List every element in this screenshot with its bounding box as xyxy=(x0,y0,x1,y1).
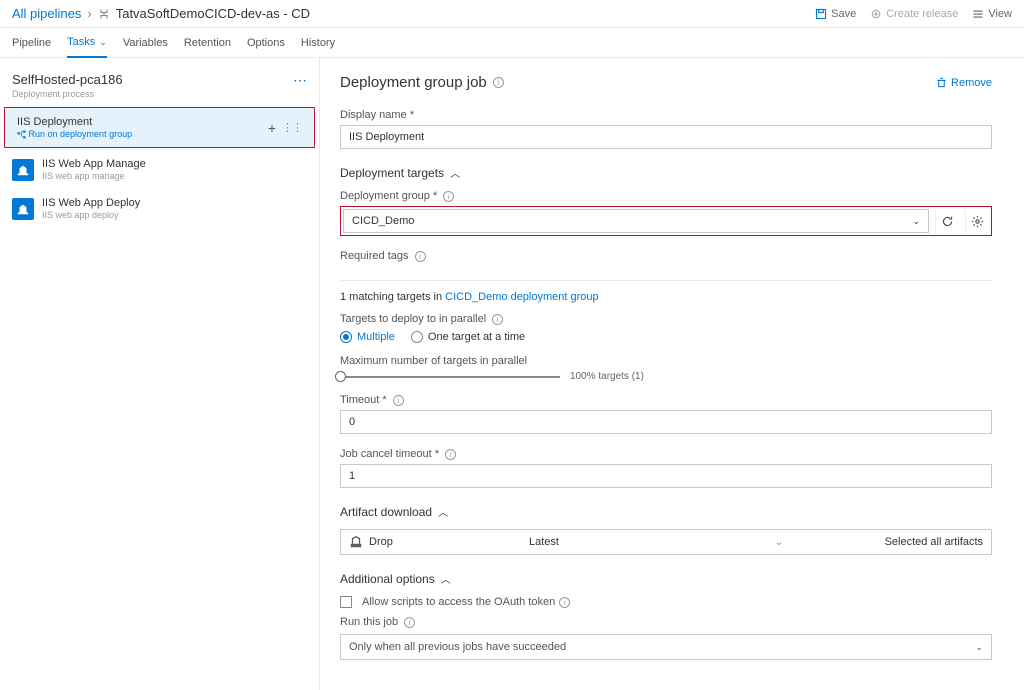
artifact-selection: Selected all artifacts xyxy=(829,536,983,548)
deployment-group-field: Deployment group * i CICD_Demo ⌄ xyxy=(340,190,992,236)
matching-targets-text: 1 matching targets in CICD_Demo deployme… xyxy=(340,291,992,303)
job-subtitle: Run on deployment group xyxy=(17,129,132,139)
task-title: IIS Web App Deploy xyxy=(42,197,140,209)
task-subtitle: IIS web app deploy xyxy=(42,210,140,220)
max-parallel-slider-row: 100% targets (1) xyxy=(340,371,992,382)
create-release-button[interactable]: Create release xyxy=(870,8,958,20)
info-icon[interactable]: i xyxy=(493,77,504,88)
deployment-targets-section[interactable]: Deployment targets︿ xyxy=(340,165,992,180)
radio-checked-icon xyxy=(340,331,352,343)
timeout-field: Timeout * i xyxy=(340,394,992,434)
tab-retention[interactable]: Retention xyxy=(184,28,231,57)
chevron-down-icon[interactable]: ⌄ xyxy=(775,537,783,548)
save-button[interactable]: Save xyxy=(815,8,856,20)
deployment-group-link[interactable]: CICD_Demo deployment group xyxy=(445,291,598,303)
job-cancel-field: Job cancel timeout * i xyxy=(340,448,992,488)
info-icon[interactable]: i xyxy=(443,191,454,202)
chevron-down-icon: ⌄ xyxy=(975,642,983,653)
checkbox-unchecked-icon[interactable] xyxy=(340,596,352,608)
breadcrumb-separator: › xyxy=(87,6,91,21)
drag-handle-icon[interactable]: ⋮⋮ xyxy=(282,121,302,134)
tab-tasks[interactable]: Tasks ⌄ xyxy=(67,28,107,58)
content-header: Deployment group job i Remove xyxy=(340,74,992,91)
artifact-row[interactable]: Drop Latest ⌄ Selected all artifacts xyxy=(341,530,991,554)
radio-one-target[interactable]: One target at a time xyxy=(411,331,525,343)
timeout-label: Timeout * i xyxy=(340,394,992,406)
job-cancel-label: Job cancel timeout * i xyxy=(340,448,992,460)
info-icon[interactable]: i xyxy=(559,597,570,608)
settings-button[interactable] xyxy=(965,209,989,233)
top-header: All pipelines › TatvaSoftDemoCICD-dev-as… xyxy=(0,0,1024,28)
chevron-up-icon: ︿ xyxy=(438,504,448,519)
required-tags-label: Required tags i xyxy=(340,250,992,262)
timeout-input[interactable] xyxy=(340,410,992,434)
info-icon[interactable]: i xyxy=(404,617,415,628)
additional-options-section[interactable]: Additional options︿ xyxy=(340,571,992,586)
display-name-field: Display name * xyxy=(340,109,992,149)
tab-variables[interactable]: Variables xyxy=(123,28,168,57)
job-cancel-input[interactable] xyxy=(340,464,992,488)
tab-options[interactable]: Options xyxy=(247,28,285,57)
pipeline-tabs: Pipeline Tasks ⌄ Variables Retention Opt… xyxy=(0,28,1024,58)
chevron-up-icon: ︿ xyxy=(450,165,460,180)
breadcrumb: All pipelines › TatvaSoftDemoCICD-dev-as… xyxy=(12,6,310,21)
slider-thumb[interactable] xyxy=(335,371,346,382)
tab-pipeline[interactable]: Pipeline xyxy=(12,28,51,57)
chevron-up-icon: ︿ xyxy=(441,571,451,586)
task-deploy[interactable]: IIS Web App Deploy IIS web app deploy xyxy=(0,189,319,228)
slider-value-label: 100% targets (1) xyxy=(570,371,644,382)
artifact-icon xyxy=(349,535,363,549)
info-icon[interactable]: i xyxy=(393,395,404,406)
artifact-section[interactable]: Artifact download︿ xyxy=(340,504,992,519)
iis-icon xyxy=(12,198,34,220)
artifact-name: Drop xyxy=(369,536,393,548)
tab-history[interactable]: History xyxy=(301,28,335,57)
artifact-table: Drop Latest ⌄ Selected all artifacts xyxy=(340,529,992,555)
chevron-down-icon: ⌄ xyxy=(912,216,920,227)
stage-header[interactable]: SelfHosted-pca186 Deployment process ⋯ xyxy=(0,66,319,105)
breadcrumb-root[interactable]: All pipelines xyxy=(12,6,81,21)
parallel-radio-group: Multiple One target at a time xyxy=(340,331,992,343)
tasks-sidebar: SelfHosted-pca186 Deployment process ⋯ I… xyxy=(0,58,320,690)
view-button[interactable]: View xyxy=(972,8,1012,20)
job-iis-deployment[interactable]: IIS Deployment Run on deployment group +… xyxy=(4,107,315,148)
max-parallel-label: Maximum number of targets in parallel xyxy=(340,355,992,367)
iis-icon xyxy=(12,159,34,181)
oauth-checkbox-row[interactable]: Allow scripts to access the OAuth token … xyxy=(340,596,992,608)
add-task-icon[interactable]: + xyxy=(268,120,276,136)
task-subtitle: IIS web app manage xyxy=(42,171,146,181)
header-actions: Save Create release View xyxy=(815,8,1012,20)
radio-unchecked-icon xyxy=(411,331,423,343)
main-layout: SelfHosted-pca186 Deployment process ⋯ I… xyxy=(0,58,1024,690)
info-icon[interactable]: i xyxy=(415,251,426,262)
stage-more-icon[interactable]: ⋯ xyxy=(293,72,307,99)
info-icon[interactable]: i xyxy=(492,314,503,325)
task-manage[interactable]: IIS Web App Manage IIS web app manage xyxy=(0,150,319,189)
job-title: IIS Deployment xyxy=(17,116,132,128)
breadcrumb-current: TatvaSoftDemoCICD-dev-as - CD xyxy=(116,6,310,21)
display-name-input[interactable] xyxy=(340,125,992,149)
stage-title: SelfHosted-pca186 xyxy=(12,72,123,87)
max-parallel-slider[interactable] xyxy=(340,376,560,378)
run-job-label: Run this job i xyxy=(340,616,992,628)
info-icon[interactable]: i xyxy=(445,449,456,460)
parallel-targets-label: Targets to deploy to in parallel i xyxy=(340,313,992,325)
deployment-group-label: Deployment group * i xyxy=(340,190,992,202)
deployment-group-select[interactable]: CICD_Demo ⌄ xyxy=(343,209,929,233)
stage-subtitle: Deployment process xyxy=(12,89,123,99)
run-job-select[interactable]: Only when all previous jobs have succeed… xyxy=(340,634,992,660)
refresh-button[interactable] xyxy=(935,209,959,233)
radio-multiple[interactable]: Multiple xyxy=(340,331,395,343)
task-title: IIS Web App Manage xyxy=(42,158,146,170)
content-panel: Deployment group job i Remove Display na… xyxy=(320,58,1024,690)
artifact-version: Latest xyxy=(529,536,729,548)
display-name-label: Display name * xyxy=(340,109,992,121)
remove-button[interactable]: Remove xyxy=(936,77,992,89)
page-title: Deployment group job i xyxy=(340,74,504,91)
pipeline-icon xyxy=(98,8,110,20)
